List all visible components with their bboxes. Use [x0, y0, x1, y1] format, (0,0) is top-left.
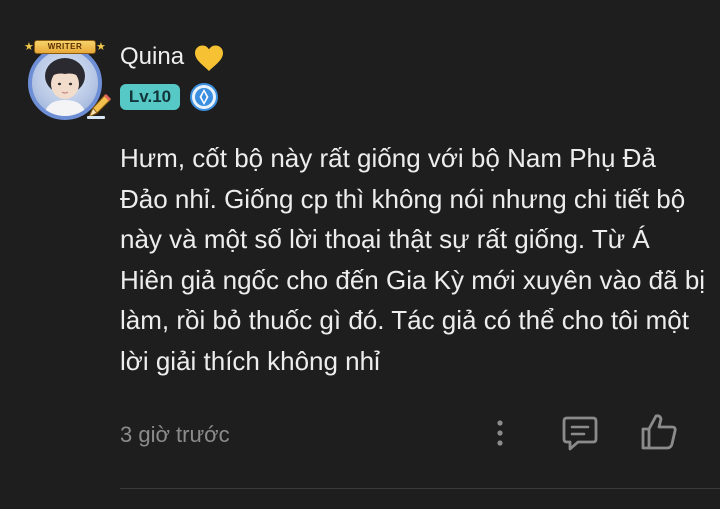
writer-badge: WRITER	[34, 40, 96, 54]
pen-icon	[87, 93, 112, 119]
rank-badge-icon	[190, 83, 218, 111]
comment-text: Hưm, cốt bộ này rất giống với bộ Nam Phụ…	[120, 143, 706, 376]
divider	[120, 488, 720, 489]
thumbs-up-icon[interactable]	[638, 412, 680, 452]
avatar[interactable]: ★ WRITER ★	[22, 40, 114, 122]
star-icon: ★	[96, 41, 106, 53]
comment-item: ★ WRITER ★ Quina Lv.10 Hưm, cốt bộ này r…	[0, 0, 720, 509]
username[interactable]: Quina	[120, 42, 184, 72]
star-icon: ★	[24, 41, 34, 53]
more-vertical-icon[interactable]	[488, 416, 512, 450]
reply-comment-icon[interactable]	[560, 414, 600, 452]
comment-timestamp: 3 giờ trước	[120, 422, 230, 447]
yellow-heart-icon	[195, 45, 223, 71]
level-badge: Lv.10	[120, 84, 180, 110]
